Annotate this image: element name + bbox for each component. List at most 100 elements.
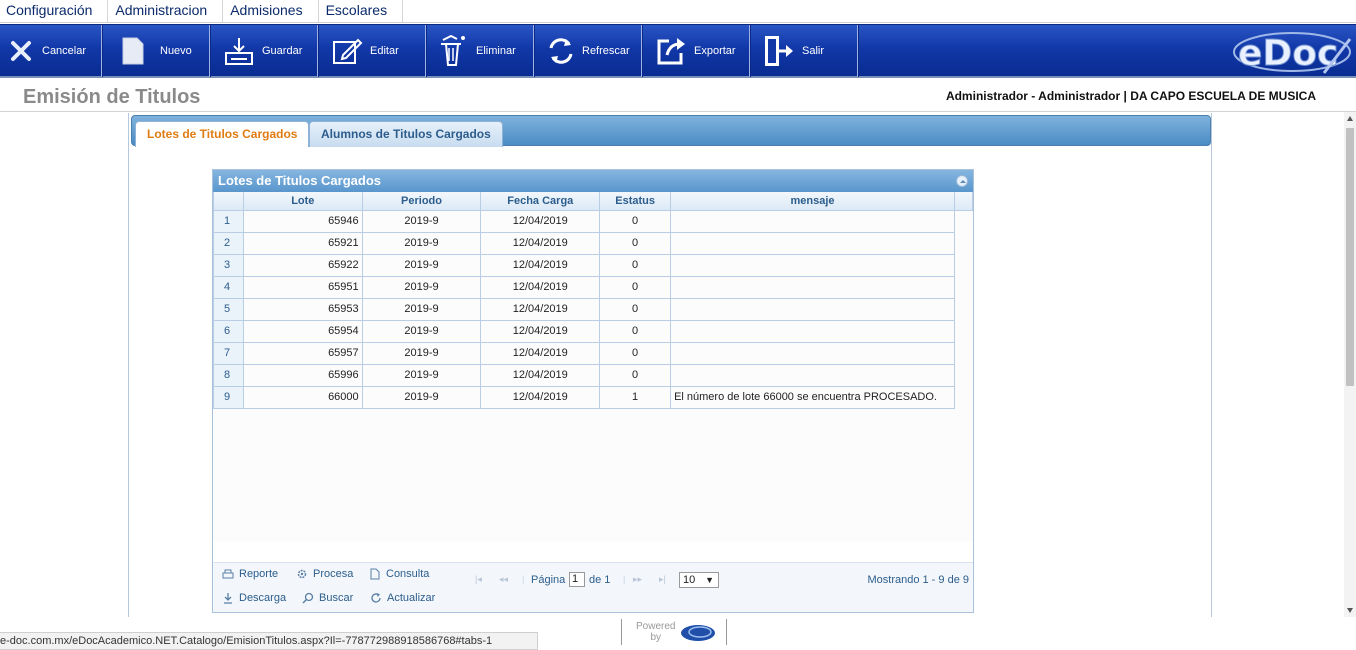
new-document-icon bbox=[116, 34, 150, 68]
cell-fecha-carga: 12/04/2019 bbox=[480, 385, 601, 409]
pager-separator: | bbox=[623, 574, 626, 584]
browser-status-bar: e-doc.com.mx/eDocAcademico.NET.Catalogo/… bbox=[0, 632, 538, 650]
cell-fecha-carga: 12/04/2019 bbox=[480, 319, 601, 343]
delete-label: Eliminar bbox=[476, 45, 516, 57]
cell-periodo: 2019-9 bbox=[361, 385, 482, 409]
last-page-icon[interactable]: ▸| bbox=[659, 574, 666, 585]
cell-periodo: 2019-9 bbox=[361, 231, 482, 255]
data-table: Lote Periodo Fecha Carga Estatus mensaje… bbox=[213, 192, 973, 409]
scroll-down-icon[interactable] bbox=[1347, 608, 1353, 613]
column-header-fecha-carga[interactable]: Fecha Carga bbox=[480, 192, 601, 211]
table-row[interactable]: 1 65946 2019-9 12/04/2019 0 bbox=[213, 209, 973, 233]
cell-mensaje bbox=[670, 275, 955, 299]
table-row[interactable]: 5 65953 2019-9 12/04/2019 0 bbox=[213, 297, 973, 321]
powered-line2: by bbox=[650, 632, 662, 643]
menu-escolares[interactable]: Escolares bbox=[319, 0, 404, 22]
edoc-logo: eDoc bbox=[1232, 29, 1352, 75]
rows-per-page-select[interactable]: 10 ▼ bbox=[679, 572, 719, 588]
grid-panel: Lotes de Titulos Cargados Lote Periodo F… bbox=[212, 169, 974, 613]
exit-door-icon bbox=[762, 34, 796, 68]
cell-lote: 65953 bbox=[242, 297, 363, 321]
exit-button[interactable]: Salir bbox=[750, 25, 858, 77]
cell-lote: 66000 bbox=[242, 385, 363, 409]
cell-fecha-carga: 12/04/2019 bbox=[480, 209, 601, 233]
new-label: Nuevo bbox=[160, 45, 192, 57]
table-row[interactable]: 6 65954 2019-9 12/04/2019 0 bbox=[213, 319, 973, 343]
tabs-header: Lotes de Titulos Cargados Alumnos de Tit… bbox=[131, 115, 1211, 147]
table-row[interactable]: 4 65951 2019-9 12/04/2019 0 bbox=[213, 275, 973, 299]
rows-per-page-value: 10 bbox=[683, 574, 696, 586]
column-header-filler bbox=[954, 192, 973, 211]
powered-by: Powered by bbox=[621, 619, 727, 645]
column-header-lote[interactable]: Lote bbox=[242, 192, 363, 211]
table-row[interactable]: 7 65957 2019-9 12/04/2019 0 bbox=[213, 341, 973, 365]
cell-estatus: 0 bbox=[599, 209, 672, 233]
cell-periodo: 2019-9 bbox=[361, 253, 482, 277]
download-label: Descarga bbox=[239, 592, 287, 604]
refresh-button[interactable]: Refrescar bbox=[534, 25, 642, 77]
scroll-thumb[interactable] bbox=[1346, 128, 1354, 386]
search-icon bbox=[301, 592, 315, 604]
cell-estatus: 0 bbox=[599, 275, 672, 299]
update-label: Actualizar bbox=[387, 592, 436, 604]
cell-mensaje bbox=[670, 297, 955, 321]
search-button[interactable]: Buscar bbox=[301, 592, 353, 604]
cell-periodo: 2019-9 bbox=[361, 209, 482, 233]
page-label: Página bbox=[531, 574, 566, 586]
vertical-scrollbar[interactable] bbox=[1344, 112, 1356, 617]
title-bar: Emisión de Titulos Administrador - Admin… bbox=[0, 80, 1356, 112]
cell-mensaje bbox=[670, 231, 955, 255]
save-label: Guardar bbox=[262, 45, 303, 57]
grid-body: Lote Periodo Fecha Carga Estatus mensaje… bbox=[213, 192, 973, 542]
search-label: Buscar bbox=[319, 592, 354, 604]
page-number-input[interactable]: 1 bbox=[569, 572, 585, 587]
cell-periodo: 2019-9 bbox=[361, 319, 482, 343]
cell-periodo: 2019-9 bbox=[361, 275, 482, 299]
scroll-up-icon[interactable] bbox=[1347, 116, 1353, 121]
report-button[interactable]: Reporte bbox=[221, 568, 278, 580]
table-row[interactable]: 9 66000 2019-9 12/04/2019 1 El número de… bbox=[213, 385, 973, 409]
menu-administracion[interactable]: Administracion bbox=[108, 0, 224, 22]
report-label: Reporte bbox=[239, 568, 279, 580]
records-count: Mostrando 1 - 9 de 9 bbox=[867, 574, 969, 586]
cell-fecha-carga: 12/04/2019 bbox=[480, 363, 601, 387]
cell-estatus: 1 bbox=[599, 385, 672, 409]
edit-icon bbox=[330, 34, 364, 68]
collapse-icon[interactable] bbox=[956, 175, 968, 187]
menu-admisiones[interactable]: Admisiones bbox=[223, 0, 319, 22]
cell-estatus: 0 bbox=[599, 297, 672, 321]
table-row[interactable]: 3 65922 2019-9 12/04/2019 0 bbox=[213, 253, 973, 277]
cancel-button[interactable]: Cancelar bbox=[0, 25, 102, 77]
menu-configuracion[interactable]: Configuración bbox=[0, 0, 109, 22]
prev-page-icon[interactable]: ◂◂ bbox=[499, 574, 508, 585]
table-row[interactable]: 2 65921 2019-9 12/04/2019 0 bbox=[213, 231, 973, 255]
query-button[interactable]: Consulta bbox=[368, 568, 429, 580]
cell-fecha-carga: 12/04/2019 bbox=[480, 253, 601, 277]
table-row[interactable]: 8 65996 2019-9 12/04/2019 0 bbox=[213, 363, 973, 387]
cell-fecha-carga: 12/04/2019 bbox=[480, 231, 601, 255]
cell-mensaje: El número de lote 66000 se encuentra PRO… bbox=[670, 385, 955, 409]
cell-lote: 65951 bbox=[242, 275, 363, 299]
process-button[interactable]: Procesa bbox=[295, 568, 353, 580]
cell-lote: 65954 bbox=[242, 319, 363, 343]
update-button[interactable]: Actualizar bbox=[369, 592, 435, 604]
new-button[interactable]: Nuevo bbox=[102, 25, 210, 77]
export-button[interactable]: Exportar bbox=[642, 25, 750, 77]
column-header-estatus[interactable]: Estatus bbox=[599, 192, 672, 211]
first-page-icon[interactable]: |◂ bbox=[475, 574, 482, 585]
next-page-icon[interactable]: ▸▸ bbox=[633, 574, 642, 585]
download-button[interactable]: Descarga bbox=[221, 592, 286, 604]
tab-alumnos-titulos[interactable]: Alumnos de Titulos Cargados bbox=[309, 121, 503, 147]
edit-button[interactable]: Editar bbox=[318, 25, 426, 77]
column-header-mensaje[interactable]: mensaje bbox=[670, 192, 955, 211]
delete-button[interactable]: Eliminar bbox=[426, 25, 534, 77]
printer-icon bbox=[221, 568, 235, 580]
cell-mensaje bbox=[670, 341, 955, 365]
column-header-periodo[interactable]: Periodo bbox=[361, 192, 482, 211]
cell-periodo: 2019-9 bbox=[361, 297, 482, 321]
user-info: Administrador - Administrador | DA CAPO … bbox=[945, 89, 1316, 103]
cell-mensaje bbox=[670, 253, 955, 277]
save-button[interactable]: Guardar bbox=[210, 25, 318, 77]
cell-fecha-carga: 12/04/2019 bbox=[480, 297, 601, 321]
tab-lotes-titulos[interactable]: Lotes de Titulos Cargados bbox=[135, 121, 310, 147]
